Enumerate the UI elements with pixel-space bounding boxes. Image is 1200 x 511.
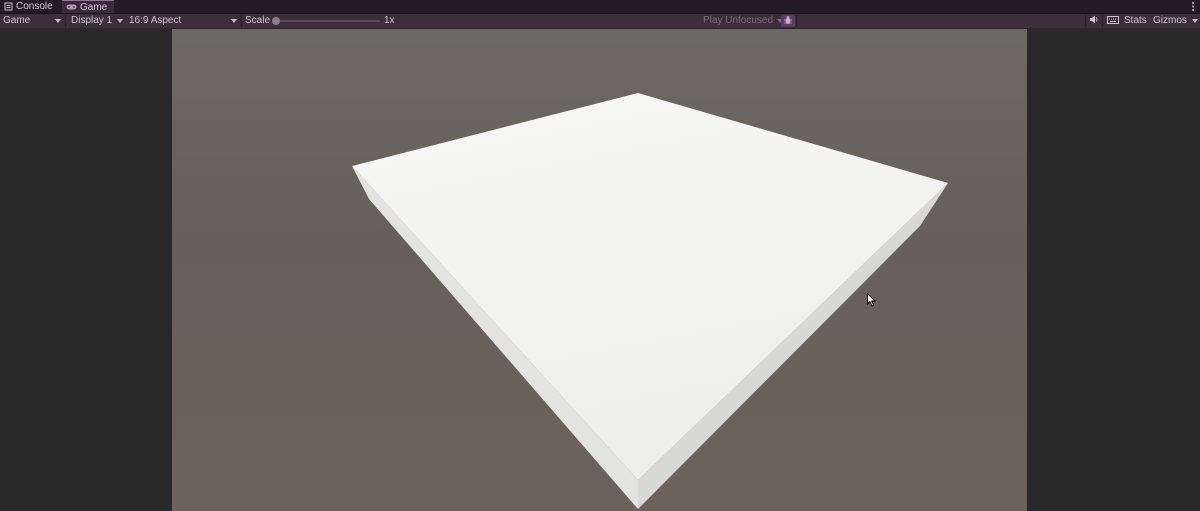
console-icon [4, 2, 13, 11]
game-viewport[interactable] [172, 29, 1027, 511]
scale-slider-thumb[interactable] [272, 17, 280, 25]
gamepad-icon [66, 3, 77, 11]
more-options-icon[interactable] [1190, 1, 1196, 12]
divider [1085, 15, 1086, 27]
chevron-down-icon [55, 19, 61, 23]
tab-console-label: Console [16, 1, 53, 12]
keyboard-icon [1107, 15, 1119, 27]
mute-audio-button[interactable] [1088, 15, 1100, 27]
tab-console[interactable]: Console [0, 0, 60, 13]
gizmos-button[interactable]: Gizmos [1153, 14, 1187, 28]
scale-slider-track[interactable] [276, 20, 380, 22]
chevron-down-icon [117, 19, 123, 23]
divider [796, 15, 797, 27]
speaker-icon [1089, 15, 1099, 27]
bug-icon [783, 15, 793, 28]
scale-value: 1x [384, 15, 395, 26]
aspect-dropdown[interactable]: 16:9 Aspect [126, 14, 240, 28]
tab-bar: Console Game [0, 0, 1200, 14]
cube-platform [352, 93, 948, 509]
view-mode-dropdown[interactable]: Game [0, 14, 64, 28]
shortcuts-button[interactable] [1106, 15, 1120, 27]
tab-game[interactable]: Game [62, 0, 114, 13]
scale-label: Scale [245, 15, 271, 26]
chevron-down-icon[interactable] [1192, 19, 1198, 23]
stats-button[interactable]: Stats [1124, 14, 1147, 28]
play-focus-label: Play Unfocused [703, 15, 774, 26]
chevron-down-icon [231, 19, 237, 23]
divider [1102, 15, 1103, 27]
display-label: Display 1 [71, 15, 113, 26]
tab-game-label: Game [80, 1, 108, 13]
debug-bug-button[interactable] [781, 15, 795, 27]
divider [241, 15, 242, 27]
aspect-label: 16:9 Aspect [129, 15, 182, 26]
divider [65, 15, 66, 27]
game-toolbar: Game Display 1 16:9 Aspect Scale 1x Play… [0, 14, 1200, 28]
mouse-cursor-icon [867, 292, 877, 311]
display-dropdown[interactable]: Display 1 [68, 14, 126, 28]
view-mode-label: Game [3, 15, 31, 26]
play-focus-dropdown[interactable]: Play Unfocused [700, 14, 784, 28]
